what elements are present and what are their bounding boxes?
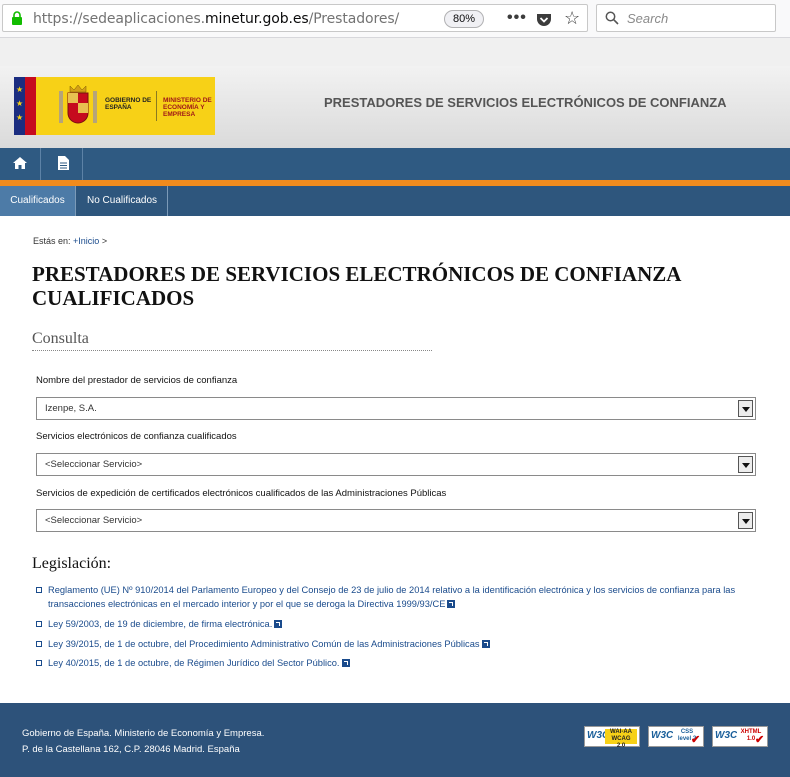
government-logo[interactable]: ★ ★ ★ GOBIERNO DE ESPAÑA MINISTERIO DE E… xyxy=(14,77,215,135)
footer-line-1: Gobierno de España. Ministerio de Econom… xyxy=(22,728,265,739)
wcag-badge[interactable]: W3C WAI-AA WCAG 2.0 xyxy=(584,726,640,749)
search-input[interactable]: Search xyxy=(596,4,776,32)
browser-gap xyxy=(0,38,790,66)
url-text: https://sedeaplicaciones.minetur.gob.es/… xyxy=(33,11,400,27)
breadcrumb-separator: > xyxy=(101,236,108,246)
search-icon xyxy=(605,11,619,25)
services-label: Servicios electrónicos de confianza cual… xyxy=(36,431,237,442)
legislacion-title: Legislación: xyxy=(32,555,112,572)
bullet-icon xyxy=(36,660,42,666)
consulta-title: Consulta xyxy=(32,330,89,347)
chevron-down-icon[interactable] xyxy=(738,400,753,417)
legislation-link[interactable]: Reglamento (UE) Nº 910/2014 del Parlamen… xyxy=(48,585,735,609)
services-select-value: <Seleccionar Servicio> xyxy=(45,459,143,470)
check-icon: ✔ xyxy=(755,734,765,746)
zoom-level-badge[interactable]: 80% xyxy=(444,10,484,28)
top-nav xyxy=(0,148,790,180)
bullet-icon xyxy=(36,641,42,647)
services-select[interactable]: <Seleccionar Servicio> xyxy=(36,453,756,476)
browser-toolbar: https://sedeaplicaciones.minetur.gob.es/… xyxy=(0,0,790,38)
document-button[interactable] xyxy=(42,148,83,180)
ministry-label: MINISTERIO DE ECONOMÍA Y EMPRESA xyxy=(163,97,212,118)
site-footer: Gobierno de España. Ministerio de Econom… xyxy=(0,703,790,777)
legislation-link[interactable]: Ley 59/2003, de 19 de diciembre, de firm… xyxy=(48,619,272,629)
breadcrumb-prefix: Estás en: xyxy=(33,236,71,246)
check-icon: ✔ xyxy=(691,734,701,746)
eu-flag-stripe: ★ ★ ★ xyxy=(14,77,36,135)
coat-of-arms-icon xyxy=(59,84,97,124)
tabs-bar: Cualificados No Cualificados xyxy=(0,186,790,216)
section-divider xyxy=(32,350,432,351)
bullet-icon xyxy=(36,621,42,627)
home-icon xyxy=(13,157,27,169)
footer-line-2: P. de la Castellana 162, C.P. 28046 Madr… xyxy=(22,744,240,755)
site-title: PRESTADORES DE SERVICIOS ELECTRÓNICOS DE… xyxy=(324,95,727,110)
admin-services-select-value: <Seleccionar Servicio> xyxy=(45,515,143,526)
chevron-down-icon[interactable] xyxy=(738,512,753,529)
site-header: ★ ★ ★ GOBIERNO DE ESPAÑA MINISTERIO DE E… xyxy=(0,66,790,148)
page-title: PRESTADORES DE SERVICIOS ELECTRÓNICOS DE… xyxy=(32,262,681,310)
provider-select-value: Izenpe, S.A. xyxy=(45,403,97,414)
footer-address: Gobierno de España. Ministerio de Econom… xyxy=(22,726,264,758)
bullet-icon xyxy=(36,587,42,593)
chevron-down-icon[interactable] xyxy=(738,456,753,473)
external-link-icon xyxy=(481,640,490,648)
tab-cualificados[interactable]: Cualificados xyxy=(0,186,76,216)
breadcrumb: Estás en: +Inicio > xyxy=(33,236,107,246)
legislation-link[interactable]: Ley 39/2015, de 1 de octubre, del Proced… xyxy=(48,639,480,649)
lock-icon xyxy=(12,11,22,25)
legislation-link[interactable]: Ley 40/2015, de 1 de octubre, de Régimen… xyxy=(48,658,340,668)
address-bar[interactable]: https://sedeaplicaciones.minetur.gob.es/… xyxy=(2,4,588,32)
external-link-icon xyxy=(341,659,350,667)
provider-select[interactable]: Izenpe, S.A. xyxy=(36,397,756,420)
tab-no-cualificados[interactable]: No Cualificados xyxy=(77,186,168,216)
external-link-icon xyxy=(274,620,283,628)
pocket-icon[interactable] xyxy=(536,13,552,27)
admin-services-label: Servicios de expedición de certificados … xyxy=(36,488,447,499)
bookmark-star-icon[interactable]: ☆ xyxy=(564,8,580,29)
xhtml-badge[interactable]: W3C XHTML 1.0 ✔ xyxy=(712,726,768,747)
css-badge[interactable]: W3C CSS level 2 ✔ xyxy=(648,726,704,747)
page-actions-icon[interactable]: ••• xyxy=(507,9,527,27)
provider-label: Nombre del prestador de servicios de con… xyxy=(36,375,238,386)
breadcrumb-home-link[interactable]: +Inicio xyxy=(73,236,99,246)
government-label: GOBIERNO DE ESPAÑA xyxy=(105,97,152,111)
external-link-icon xyxy=(447,600,456,608)
admin-services-select[interactable]: <Seleccionar Servicio> xyxy=(36,509,756,532)
document-icon xyxy=(58,156,69,170)
home-button[interactable] xyxy=(0,148,41,180)
search-placeholder: Search xyxy=(627,11,669,26)
